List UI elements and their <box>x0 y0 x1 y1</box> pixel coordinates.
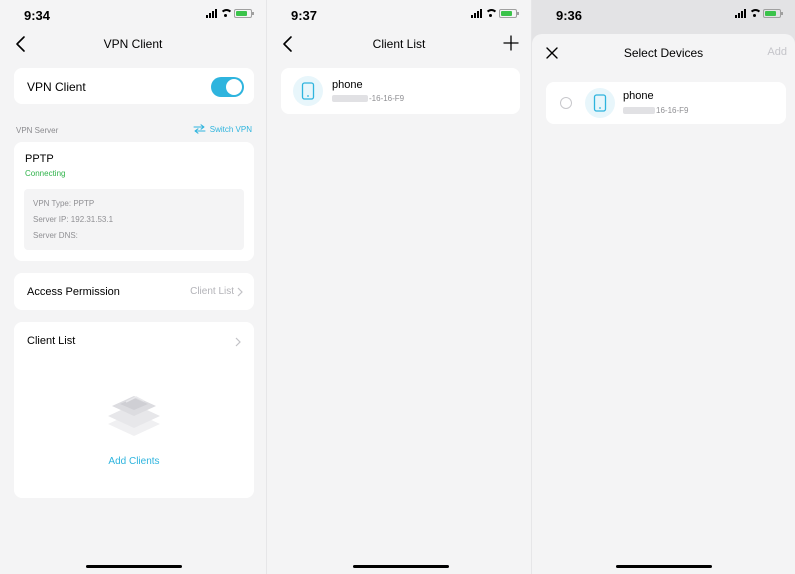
server-ip: Server IP: 192.31.53.1 <box>33 215 114 224</box>
empty-clients-illustration <box>108 396 160 436</box>
select-devices-screen: 9:36 Select Devices Add phone 16-16-F9 <box>531 0 795 574</box>
wifi-icon <box>749 9 762 18</box>
phone-icon <box>593 94 607 112</box>
page-title: Client List <box>372 37 426 51</box>
wifi-icon <box>220 9 233 18</box>
device-select-radio[interactable] <box>560 97 572 109</box>
device-avatar <box>585 88 615 118</box>
nav-bar: VPN Client <box>0 28 266 60</box>
vpn-type: VPN Type: PPTP <box>33 199 95 208</box>
status-bar: 9:36 <box>532 0 795 28</box>
status-bar: 9:37 <box>267 0 531 28</box>
connection-status: Connecting <box>25 169 66 178</box>
status-time: 9:34 <box>24 8 51 23</box>
protocol-name: PPTP <box>25 153 54 165</box>
nav-bar: Client List <box>267 28 531 60</box>
client-list-screen: 9:37 Client List phone -16-16-F9 <box>266 0 531 574</box>
status-bar: 9:34 <box>0 0 266 28</box>
access-permission-label: Access Permission <box>27 286 120 298</box>
chevron-right-icon <box>237 287 243 296</box>
battery-icon <box>763 9 783 18</box>
vpn-server-caption: VPN Server <box>16 126 59 135</box>
access-permission-value-text: Client List <box>190 286 234 297</box>
signal-icon <box>206 9 217 18</box>
device-mac: -16-16-F9 <box>332 94 404 103</box>
vpn-client-toggle[interactable] <box>211 77 244 97</box>
battery-icon <box>499 9 519 18</box>
access-permission-value: Client List <box>190 286 243 297</box>
system-icons <box>471 9 519 18</box>
device-avatar <box>293 76 323 106</box>
home-indicator <box>616 565 712 568</box>
phone-icon <box>301 82 315 100</box>
sheet-title: Select Devices <box>623 46 704 60</box>
switch-vpn-label: Switch VPN <box>209 124 252 134</box>
selectable-device-row[interactable]: phone 16-16-F9 <box>546 82 786 124</box>
access-permission-row[interactable]: Access Permission Client List <box>14 273 254 310</box>
client-list-card[interactable]: Client List Add Clients <box>14 322 254 498</box>
wifi-icon <box>485 9 498 18</box>
switch-vpn-button[interactable]: Switch VPN <box>193 124 252 134</box>
vpn-server-card[interactable]: PPTP Connecting VPN Type: PPTP Server IP… <box>14 142 254 261</box>
system-icons <box>735 9 783 18</box>
add-button[interactable]: Add <box>767 46 787 58</box>
client-device-row[interactable]: phone -16-16-F9 <box>281 68 520 114</box>
redacted-mac <box>623 107 655 114</box>
system-icons <box>206 9 254 18</box>
signal-icon <box>471 9 482 18</box>
device-name: phone <box>332 79 363 91</box>
device-mac: 16-16-F9 <box>623 106 688 115</box>
vpn-client-toggle-row[interactable]: VPN Client <box>14 68 254 104</box>
switch-icon <box>193 124 206 134</box>
add-clients-link[interactable]: Add Clients <box>14 456 254 467</box>
status-time: 9:36 <box>556 8 583 23</box>
vpn-client-screen: 9:34 VPN Client VPN Client VPN Server Sw… <box>0 0 266 574</box>
home-indicator <box>86 565 182 568</box>
chevron-right-icon <box>235 337 241 347</box>
redacted-mac <box>332 95 368 102</box>
device-name: phone <box>623 90 654 102</box>
device-mac-suffix: 16-16-F9 <box>656 106 689 115</box>
device-mac-suffix: -16-16-F9 <box>369 94 405 103</box>
client-list-label: Client List <box>27 335 76 347</box>
battery-icon <box>234 9 254 18</box>
plus-icon[interactable] <box>503 35 519 51</box>
signal-icon <box>735 9 746 18</box>
home-indicator <box>353 565 449 568</box>
page-title: VPN Client <box>103 37 163 51</box>
select-devices-sheet: Select Devices Add phone 16-16-F9 <box>532 34 795 574</box>
status-time: 9:37 <box>291 8 318 23</box>
vpn-client-label: VPN Client <box>27 80 86 94</box>
server-details: VPN Type: PPTP Server IP: 192.31.53.1 Se… <box>24 189 244 250</box>
server-dns: Server DNS: <box>33 231 78 240</box>
